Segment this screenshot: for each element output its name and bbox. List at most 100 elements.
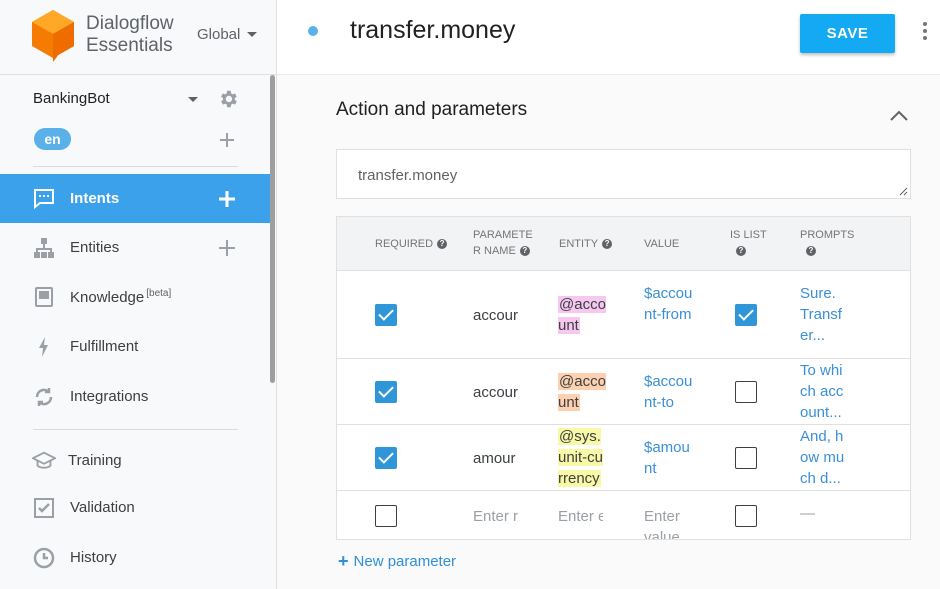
add-intent-icon[interactable] (217, 189, 237, 209)
value-input[interactable]: Enter value (644, 506, 688, 539)
parameter-value[interactable]: $account-from (644, 283, 694, 325)
table-row[interactable]: accour @account $account-from Sure. Tran… (337, 271, 910, 359)
logo-area: Dialogflow Essentials Global (0, 0, 276, 75)
parameter-name[interactable]: accour (473, 382, 521, 403)
intent-name[interactable]: transfer.money (350, 16, 515, 45)
hierarchy-icon (32, 236, 56, 260)
is-list-checkbox[interactable] (735, 381, 757, 403)
more-options-icon[interactable] (921, 22, 929, 44)
sidebar-item-fulfillment[interactable]: Fulfillment (0, 322, 270, 371)
table-header: REQUIRED? PARAMETE R NAME? ENTITY? VALUE … (337, 217, 910, 271)
sidebar-item-label: History (70, 549, 117, 566)
sidebar-item-knowledge[interactable]: Knowledge [beta] (0, 272, 270, 321)
agent-name: BankingBot (33, 90, 110, 107)
plus-icon: + (338, 551, 349, 571)
header-bar: transfer.money SAVE (277, 0, 940, 75)
checkbox-icon (32, 496, 56, 520)
knowledge-label: Knowledge (70, 288, 145, 306)
gear-icon[interactable] (217, 88, 239, 110)
header-parameter-name: PARAMETE R NAME? (473, 227, 533, 259)
book-icon (32, 285, 56, 309)
new-parameter-button[interactable]: + New parameter (338, 551, 456, 572)
action-name-box (336, 149, 911, 199)
new-parameter-label: New parameter (353, 553, 457, 570)
parameter-name[interactable]: amour (473, 448, 521, 469)
chevron-down-icon (247, 32, 258, 37)
header-is-list: IS LIST? (730, 227, 767, 259)
add-entity-icon[interactable] (217, 238, 237, 258)
clock-icon (32, 546, 56, 570)
is-list-checkbox[interactable] (735, 304, 757, 326)
header-prompts: PROMPTS? (800, 227, 854, 259)
resize-grip-icon[interactable] (899, 187, 908, 196)
prompt-text[interactable]: And, how much d... (800, 426, 848, 489)
parameter-name-input[interactable]: Enter r (473, 506, 518, 527)
sidebar-item-history[interactable]: History (0, 533, 270, 582)
header-value: VALUE (644, 238, 680, 250)
entity-chip[interactable]: @sys.unit-currency (558, 426, 608, 489)
save-button[interactable]: SAVE (800, 14, 895, 53)
chat-bubble-icon (32, 187, 56, 211)
add-language-icon[interactable] (218, 131, 236, 149)
prompt-placeholder[interactable]: — (800, 503, 845, 524)
action-name-input[interactable] (358, 167, 878, 184)
parameter-value[interactable]: $amount (644, 437, 694, 479)
header-param-line-2: R NAME (473, 245, 516, 257)
parameter-name[interactable]: accour (473, 305, 521, 326)
sidebar-item-label: Training (68, 452, 122, 469)
sidebar-item-integrations[interactable]: Integrations (0, 372, 270, 421)
entity-text: @account (558, 373, 606, 411)
entity-text: @account (558, 296, 606, 334)
lightning-icon (32, 335, 56, 359)
brand-name: Dialogflow Essentials (86, 13, 174, 57)
agent-selector[interactable]: BankingBot (33, 90, 243, 110)
help-icon[interactable]: ? (736, 246, 746, 257)
graduation-cap-icon (32, 449, 56, 473)
sidebar-item-label: Fulfillment (70, 338, 139, 355)
help-icon[interactable]: ? (519, 246, 530, 257)
table-row-empty[interactable]: Enter r Enter e Enter value — (337, 491, 910, 539)
language-badge[interactable]: en (34, 128, 71, 150)
sidebar-item-entities[interactable]: Entities (0, 223, 270, 272)
help-icon[interactable]: ? (806, 246, 816, 257)
table-row[interactable]: amour @sys.unit-currency $amount And, ho… (337, 425, 910, 491)
header-param-line-1: PARAMETE (473, 229, 533, 241)
sidebar-item-label: Entities (70, 239, 120, 256)
sidebar-scrollbar[interactable] (270, 75, 275, 383)
chevron-up-icon[interactable] (890, 109, 908, 121)
is-list-checkbox[interactable] (735, 505, 757, 527)
intent-status-dot (308, 26, 318, 36)
region-selector[interactable]: Global (197, 26, 258, 43)
header-is-list-label: IS LIST (730, 229, 767, 241)
sidebar-item-training[interactable]: Training (0, 436, 270, 485)
sidebar-item-validation[interactable]: Validation (0, 483, 270, 532)
help-icon[interactable]: ? (602, 239, 613, 250)
entity-chip[interactable]: @account (558, 371, 608, 413)
header-required: REQUIRED? (375, 236, 448, 252)
header-entity-label: ENTITY (559, 238, 599, 250)
brand-line-2: Essentials (86, 35, 173, 56)
sidebar-item-intents[interactable]: Intents (0, 174, 270, 223)
entity-chip[interactable]: @account (558, 294, 608, 336)
is-list-checkbox[interactable] (735, 447, 757, 469)
table-row[interactable]: accour @account $account-to To which acc… (337, 359, 910, 425)
region-label: Global (197, 26, 241, 43)
required-checkbox[interactable] (375, 447, 397, 469)
prompt-text[interactable]: To which account... (800, 360, 848, 423)
sidebar-item-label: Integrations (70, 388, 149, 405)
help-icon[interactable]: ? (437, 239, 448, 250)
sync-icon (32, 385, 56, 409)
required-checkbox[interactable] (375, 304, 397, 326)
main-content: Action and parameters REQUIRED? PARAMETE… (277, 75, 940, 589)
header-entity: ENTITY? (559, 236, 613, 252)
entity-text: @sys.unit-currency (558, 428, 604, 487)
prompt-text[interactable]: Sure. Transfer... (800, 283, 848, 346)
agent-dropdown-icon[interactable] (188, 97, 198, 102)
parameter-value[interactable]: $account-to (644, 371, 694, 413)
entity-input[interactable]: Enter e (558, 506, 603, 527)
divider (33, 166, 238, 167)
sidebar-item-label: Intents (70, 190, 120, 207)
required-checkbox[interactable] (375, 505, 397, 527)
required-checkbox[interactable] (375, 381, 397, 403)
section-title: Action and parameters (336, 99, 528, 120)
